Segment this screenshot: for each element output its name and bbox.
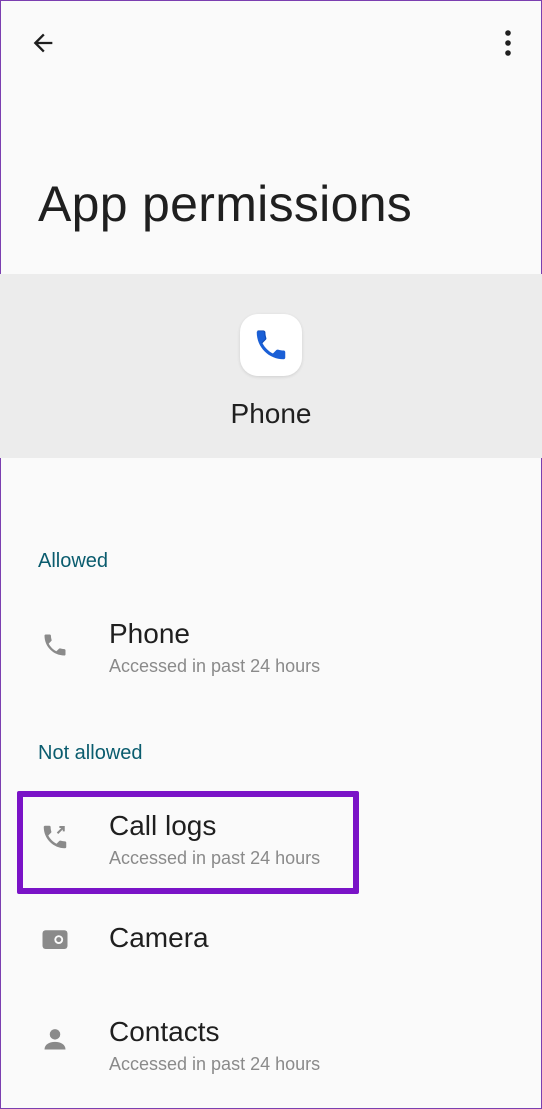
permission-subtitle: Accessed in past 24 hours bbox=[109, 656, 321, 676]
contacts-icon bbox=[38, 1022, 72, 1056]
permission-item-contacts[interactable]: Contacts Accessed in past 24 hours bbox=[0, 1010, 542, 1090]
permission-title: Phone bbox=[109, 618, 190, 649]
back-button[interactable] bbox=[22, 22, 64, 64]
permission-item-call-logs[interactable]: Call logs Accessed in past 24 hours bbox=[0, 804, 542, 884]
call-log-icon bbox=[38, 820, 72, 854]
arrow-back-icon bbox=[33, 33, 53, 53]
permission-subtitle: Accessed in past 24 hours bbox=[109, 1054, 321, 1074]
phone-app-icon bbox=[240, 314, 302, 376]
phone-icon bbox=[38, 628, 72, 662]
section-not-allowed-label: Not allowed bbox=[38, 742, 143, 764]
camera-icon bbox=[38, 922, 72, 956]
permission-title: Camera bbox=[109, 922, 209, 953]
top-app-bar bbox=[0, 0, 542, 86]
page-title: App permissions bbox=[38, 176, 413, 232]
permission-item-camera[interactable]: Camera bbox=[0, 916, 542, 966]
app-name: Phone bbox=[230, 398, 312, 429]
app-header: Phone bbox=[0, 274, 542, 458]
section-allowed-label: Allowed bbox=[38, 550, 109, 572]
more-options-button[interactable] bbox=[490, 22, 526, 64]
permission-item-phone[interactable]: Phone Accessed in past 24 hours bbox=[0, 612, 542, 692]
permission-title: Call logs bbox=[109, 810, 217, 841]
permission-title: Contacts bbox=[109, 1016, 220, 1047]
more-vert-icon bbox=[505, 30, 511, 56]
permission-subtitle: Accessed in past 24 hours bbox=[109, 848, 321, 868]
